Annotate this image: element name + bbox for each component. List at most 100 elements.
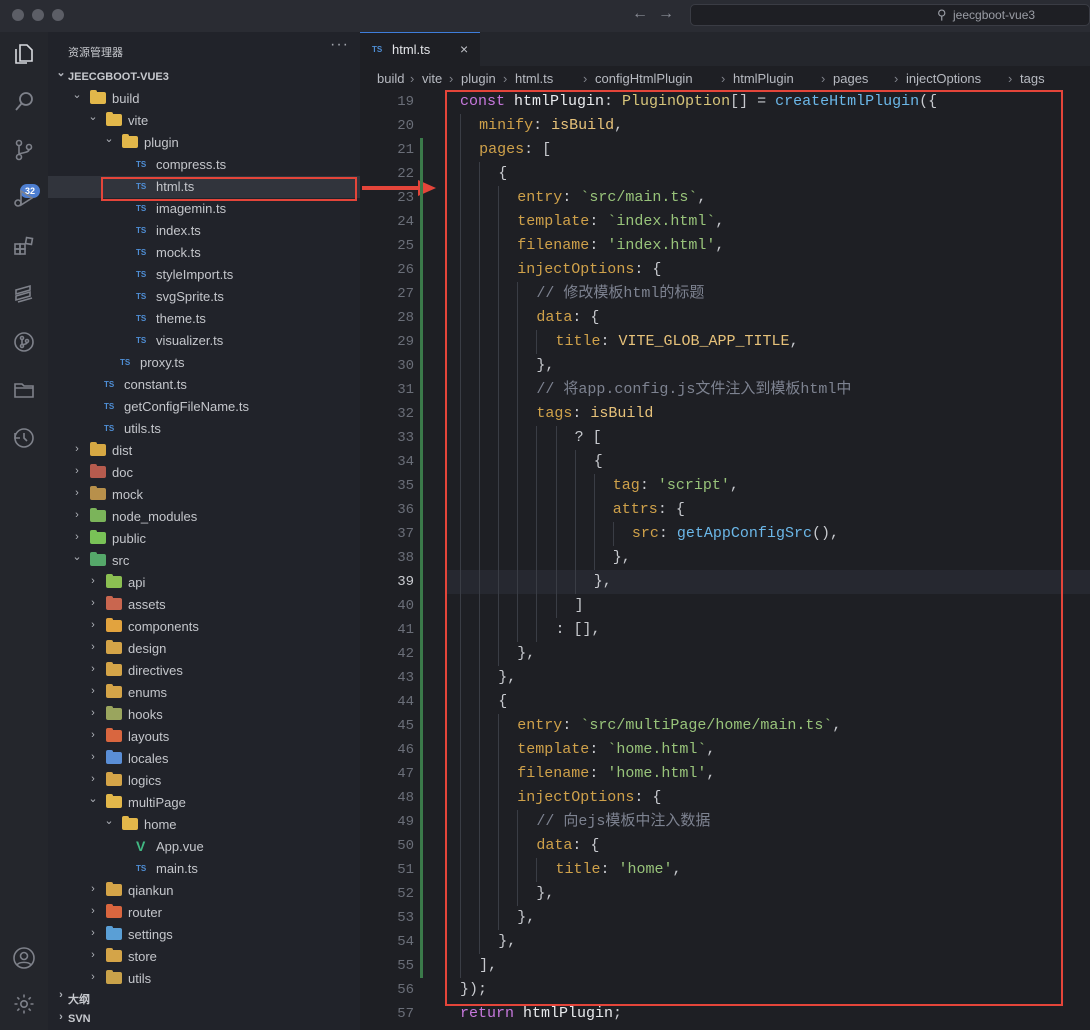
chevron-down-icon[interactable]: ⌄ — [72, 88, 82, 101]
code-line[interactable]: injectOptions: { — [445, 786, 1090, 810]
code-line[interactable]: title: VITE_GLOB_APP_TITLE, — [445, 330, 1090, 354]
code-line[interactable]: }, — [445, 354, 1090, 378]
code-line[interactable]: data: { — [445, 834, 1090, 858]
code-line[interactable]: // 修改模板html的标题 — [445, 282, 1090, 306]
source-control-icon[interactable] — [0, 130, 48, 170]
folder-item[interactable]: ⌄ plugin — [48, 132, 360, 154]
folder-item[interactable]: ⌄ multiPage — [48, 792, 360, 814]
chevron-right-icon[interactable]: › — [88, 597, 98, 609]
chevron-down-icon[interactable]: ⌄ — [104, 132, 114, 145]
folder-item[interactable]: › dist — [48, 440, 360, 462]
code-line[interactable]: { — [445, 450, 1090, 474]
chevron-down-icon[interactable]: ⌄ — [56, 66, 66, 79]
more-actions-icon[interactable]: ··· — [330, 36, 349, 54]
folder-item[interactable]: › node_modules — [48, 506, 360, 528]
timeline-icon[interactable] — [0, 418, 48, 458]
chevron-right-icon[interactable]: › — [88, 927, 98, 939]
chevron-right-icon[interactable]: › — [88, 949, 98, 961]
folder-item[interactable]: › doc — [48, 462, 360, 484]
file-item[interactable]: TS theme.ts — [48, 308, 360, 330]
breadcrumb-item[interactable]: configHtmlPlugin — [595, 71, 693, 86]
explorer-icon[interactable] — [0, 34, 48, 74]
account-icon[interactable] — [0, 938, 48, 978]
code-line[interactable]: { — [445, 162, 1090, 186]
code-line[interactable]: entry: `src/multiPage/home/main.ts`, — [445, 714, 1090, 738]
file-item[interactable]: TS utils.ts — [48, 418, 360, 440]
file-item[interactable]: TS constant.ts — [48, 374, 360, 396]
chevron-right-icon[interactable]: › — [56, 1011, 66, 1023]
file-item[interactable]: TS mock.ts — [48, 242, 360, 264]
file-item[interactable]: TS index.ts — [48, 220, 360, 242]
breadcrumb-item[interactable]: html.ts — [515, 71, 553, 86]
chevron-right-icon[interactable]: › — [88, 971, 98, 983]
chevron-right-icon[interactable]: › — [88, 905, 98, 917]
chevron-right-icon[interactable]: › — [72, 465, 82, 477]
folder-item[interactable]: › api — [48, 572, 360, 594]
chevron-right-icon[interactable]: › — [72, 443, 82, 455]
folder-item[interactable]: › locales — [48, 748, 360, 770]
chevron-down-icon[interactable]: ⌄ — [88, 792, 98, 805]
file-item[interactable]: TS svgSprite.ts — [48, 286, 360, 308]
breadcrumb-item[interactable]: injectOptions — [906, 71, 981, 86]
code-line[interactable]: filename: 'home.html', — [445, 762, 1090, 786]
settings-gear-icon[interactable] — [0, 984, 48, 1024]
code-line[interactable]: injectOptions: { — [445, 258, 1090, 282]
folder-item[interactable]: › settings — [48, 924, 360, 946]
back-arrow-icon[interactable]: ← — [632, 5, 648, 23]
file-item[interactable]: TS getConfigFileName.ts — [48, 396, 360, 418]
folder-item[interactable]: ⌄ home — [48, 814, 360, 836]
chevron-right-icon[interactable]: › — [88, 619, 98, 631]
code-line[interactable]: attrs: { — [445, 498, 1090, 522]
remote-explorer-icon[interactable] — [0, 274, 48, 314]
code-line[interactable]: }, — [445, 882, 1090, 906]
code-line[interactable]: template: `index.html`, — [445, 210, 1090, 234]
folder-item[interactable]: › assets — [48, 594, 360, 616]
chevron-down-icon[interactable]: ⌄ — [88, 110, 98, 123]
code-line[interactable]: { — [445, 690, 1090, 714]
folder-item[interactable]: › enums — [48, 682, 360, 704]
folder-item[interactable]: › design — [48, 638, 360, 660]
section-header[interactable]: › SVN — [48, 1008, 360, 1030]
window-maximize-button[interactable] — [52, 9, 64, 21]
file-item[interactable]: TS styleImport.ts — [48, 264, 360, 286]
code-line[interactable]: }, — [445, 570, 1090, 594]
chevron-right-icon[interactable]: › — [72, 531, 82, 543]
breadcrumb-item[interactable]: htmlPlugin — [733, 71, 794, 86]
code-line[interactable]: }); — [445, 978, 1090, 1002]
code-line[interactable]: // 向ejs模板中注入数据 — [445, 810, 1090, 834]
breadcrumb-item[interactable]: tags — [1020, 71, 1045, 86]
file-item[interactable]: TS imagemin.ts — [48, 198, 360, 220]
code-editor[interactable]: const htmlPlugin: PluginOption[] = creat… — [445, 90, 1090, 1030]
code-line[interactable]: src: getAppConfigSrc(), — [445, 522, 1090, 546]
folder-item[interactable]: › public — [48, 528, 360, 550]
file-item[interactable]: TS visualizer.ts — [48, 330, 360, 352]
code-line[interactable]: }, — [445, 546, 1090, 570]
chevron-right-icon[interactable]: › — [88, 883, 98, 895]
folder-item[interactable]: › router — [48, 902, 360, 924]
chevron-right-icon[interactable]: › — [88, 707, 98, 719]
folder-item[interactable]: › logics — [48, 770, 360, 792]
code-line[interactable]: ] — [445, 594, 1090, 618]
code-line[interactable]: pages: [ — [445, 138, 1090, 162]
code-line[interactable]: }, — [445, 906, 1090, 930]
chevron-right-icon[interactable]: › — [88, 575, 98, 587]
code-line[interactable]: ], — [445, 954, 1090, 978]
chevron-right-icon[interactable]: › — [88, 663, 98, 675]
section-header[interactable]: › 大纲 — [48, 986, 360, 1008]
section-header[interactable]: ⌄ JEECGBOOT-VUE3 — [48, 66, 360, 88]
run-debug-icon[interactable] — [0, 178, 48, 218]
extensions-icon[interactable] — [0, 226, 48, 266]
code-line[interactable]: filename: 'index.html', — [445, 234, 1090, 258]
folder-item[interactable]: › mock — [48, 484, 360, 506]
tab-html-ts[interactable]: TS html.ts × — [360, 32, 480, 66]
code-line[interactable]: return htmlPlugin; — [445, 1002, 1090, 1026]
breadcrumb-item[interactable]: plugin — [461, 71, 496, 86]
file-item[interactable]: TS compress.ts — [48, 154, 360, 176]
folder-item[interactable]: › directives — [48, 660, 360, 682]
git-graph-icon[interactable] — [0, 322, 48, 362]
code-line[interactable]: ? [ — [445, 426, 1090, 450]
code-line[interactable]: entry: `src/main.ts`, — [445, 186, 1090, 210]
code-line[interactable]: const htmlPlugin: PluginOption[] = creat… — [445, 90, 1090, 114]
chevron-down-icon[interactable]: ⌄ — [104, 814, 114, 827]
folder-item[interactable]: › components — [48, 616, 360, 638]
